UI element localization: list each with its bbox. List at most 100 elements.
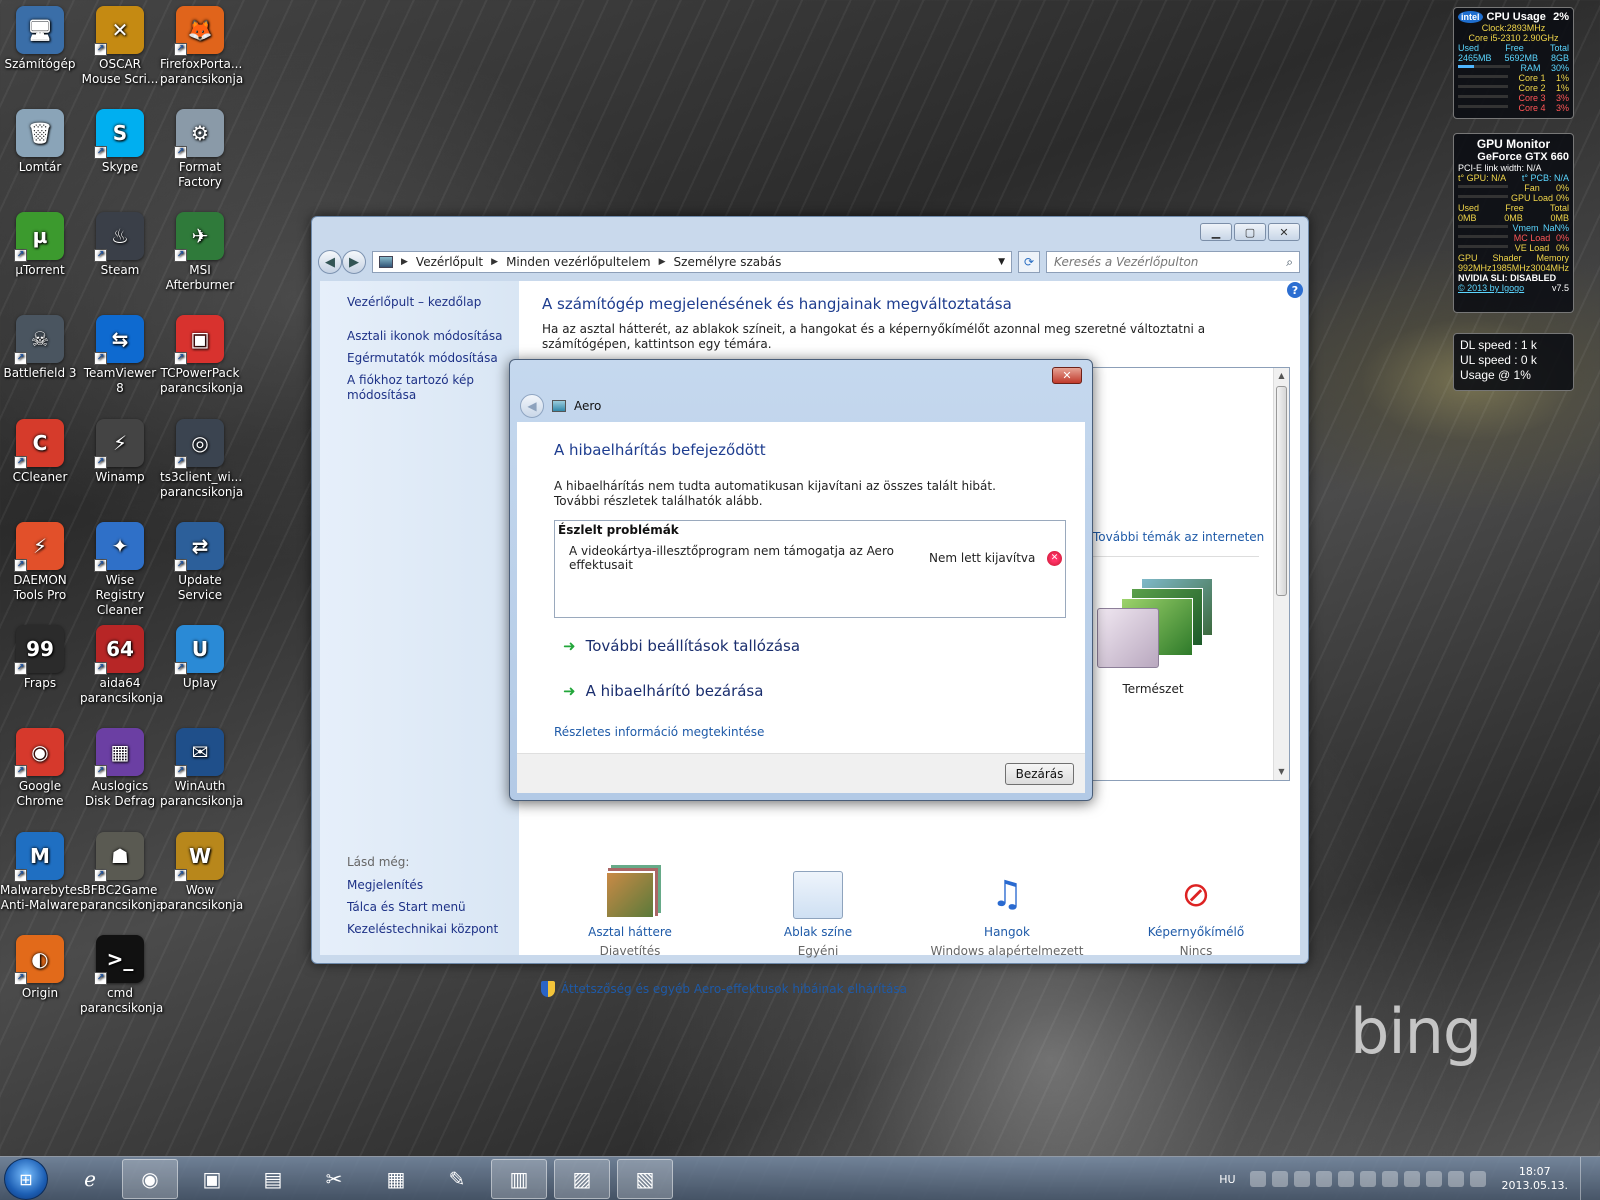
window-color-title[interactable]: Ablak színe [728,925,908,939]
network-icon[interactable] [1447,1171,1464,1187]
view-details-link[interactable]: Részletes információ megtekintése [554,725,1085,739]
refresh-button[interactable]: ⟳ [1018,251,1040,273]
show-desktop-button[interactable] [1580,1157,1590,1200]
help-icon[interactable]: ? [1287,282,1303,298]
tray-app-icon[interactable] [1271,1171,1288,1187]
nature-theme-thumbnail[interactable] [1097,578,1217,670]
maximize-button[interactable]: ▢ [1234,223,1266,241]
scroll-thumb[interactable] [1276,386,1287,596]
close-troubleshooter-text[interactable]: A hibaelhárító bezárása [586,682,764,700]
close-troubleshooter-link[interactable]: ➜ A hibaelhárító bezárása [563,682,1085,700]
volume-icon[interactable] [1469,1171,1486,1187]
desktop-icon[interactable]: ▦ ↗ Auslogics Disk Defrag [80,728,160,809]
desktop-icon[interactable]: >_ ↗ cmd parancsikonja [80,935,163,1016]
problem-row[interactable]: A videokártya-illesztőprogram nem támoga… [558,544,1062,572]
tray-app-icon[interactable] [1337,1171,1354,1187]
scroll-up-arrow[interactable]: ▲ [1274,368,1289,384]
desktop-icon[interactable]: 64 ↗ aida64 parancsikonja [80,625,163,706]
clock[interactable]: 18:07 2013.05.13. [1502,1165,1568,1193]
network-speed-gadget[interactable]: DL speed : 1 k UL speed : 0 k Usage @ 1% [1453,333,1574,391]
close-dialog-button[interactable]: Bezárás [1005,763,1074,785]
desktop-icon[interactable]: ✦ ↗ Wise Registry Cleaner [80,522,160,618]
desktop-icon[interactable]: ⚡ ↗ Winamp [80,419,160,485]
cpu-usage-gadget[interactable]: intel CPU Usage 2% Clock:2893MHz Core i5… [1453,7,1574,119]
desktop-icon[interactable]: 🗑 Lomtár [0,109,80,175]
taskbar-calculator-icon[interactable]: ▦ [368,1159,424,1199]
taskbar-ie-icon[interactable]: ℯ [62,1159,118,1199]
theme-scrollbar[interactable]: ▲ ▼ [1273,368,1289,780]
dialog-back-button[interactable]: ◀ [520,394,544,418]
desktop-icon[interactable]: ⚙ ↗ Format Factory [160,109,240,190]
desktop-icon[interactable]: ✉ ↗ WinAuth parancsikonja [160,728,243,809]
breadcrumb-item-1[interactable]: Minden vezérlőpultelem [506,255,651,269]
desktop-icon[interactable]: ◉ ↗ Google Chrome [0,728,80,809]
explore-options-text[interactable]: További beállítások tallózása [586,637,800,655]
forward-button[interactable]: ▶ [342,250,366,274]
see-also-taskbar-link[interactable]: Tálca és Start menü [347,900,498,915]
desktop-icon[interactable]: ⇆ ↗ TeamViewer 8 [80,315,160,396]
account-picture-link[interactable]: A fiókhoz tartozó kép módosítása [347,373,519,403]
aero-troubleshoot-text[interactable]: Áttetszőség és egyéb Aero-effektusok hib… [561,982,907,996]
breadcrumb-item-0[interactable]: Vezérlőpult [416,255,483,269]
back-button[interactable]: ◀ [318,250,342,274]
taskbar-tcpowerpack-icon[interactable]: ▥ [491,1159,547,1199]
desktop-icon[interactable]: µ ↗ µTorrent [0,212,80,278]
desktop-icon[interactable]: ◎ ↗ ts3client_wi... parancsikonja [160,419,243,500]
desktop-icon[interactable]: ✕ ↗ OSCAR Mouse Scri... [80,6,160,87]
close-button[interactable]: ✕ [1268,223,1300,241]
flag-icon[interactable] [1425,1171,1442,1187]
aero-troubleshoot-link[interactable]: Áttetszőség és egyéb Aero-effektusok hib… [541,981,907,997]
screen-saver-title[interactable]: Képernyőkímélő [1106,925,1286,939]
taskbar-snipping-icon[interactable]: ✂ [306,1159,362,1199]
language-indicator[interactable]: HU [1219,1173,1235,1186]
taskbar-paint-icon[interactable]: ✎ [429,1159,485,1199]
see-also-ease-of-access-link[interactable]: Kezeléstechnikai központ [347,922,498,937]
tray-app-icon[interactable] [1315,1171,1332,1187]
tray-utorrent-icon[interactable] [1381,1171,1398,1187]
desktop-icon[interactable]: ◐ ↗ Origin [0,935,80,1001]
taskbar-troubleshooter-icon[interactable]: ▧ [617,1159,673,1199]
desktop-icon[interactable]: 🦊 ↗ FirefoxPorta... parancsikonja [160,6,243,87]
gpu-monitor-gadget[interactable]: GPU Monitor GeForce GTX 660 PCI-E link w… [1453,133,1574,313]
desktop-icon[interactable]: ☗ ↗ BFBC2Game parancsikonja [80,832,163,913]
desktop-icon[interactable]: ☠ ↗ Battlefield 3 [0,315,80,381]
desktop-icon[interactable]: 99 ↗ Fraps [0,625,80,691]
minimize-button[interactable]: ▁ [1200,223,1232,241]
screen-saver-option[interactable]: ⊘ Képernyőkímélő Nincs [1106,871,1286,958]
window-color-option[interactable]: Ablak színe Egyéni [728,871,908,958]
tray-app-icon[interactable] [1249,1171,1266,1187]
desktop-icon[interactable]: 🖥 Számítógép [0,6,80,72]
address-dropdown-icon[interactable]: ▼ [998,257,1005,267]
sounds-option[interactable]: ♫ Hangok Windows alapértelmezett [917,871,1097,958]
taskbar-chrome-icon[interactable]: ◉ [122,1159,178,1199]
search-input[interactable]: Keresés a Vezérlőpulton ⌕ [1046,251,1300,273]
desktop-icon[interactable]: C ↗ CCleaner [0,419,80,485]
scroll-down-arrow[interactable]: ▼ [1274,764,1289,780]
mouse-pointers-link[interactable]: Egérmutatók módosítása [347,351,519,366]
desktop-icon[interactable]: S ↗ Skype [80,109,160,175]
more-themes-link[interactable]: További témák az interneten [1093,530,1264,544]
taskbar-control-panel-icon[interactable]: ▨ [554,1159,610,1199]
desktop-background-option[interactable]: Asztal háttere Diavetítés [540,871,720,958]
desktop-background-title[interactable]: Asztal háttere [540,925,720,939]
tray-app-icon[interactable] [1293,1171,1310,1187]
desktop-icons-link[interactable]: Asztali ikonok módosítása [347,329,519,344]
desktop-icon[interactable]: ♨ ↗ Steam [80,212,160,278]
sounds-title[interactable]: Hangok [917,925,1097,939]
desktop-icon[interactable]: ▣ ↗ TCPowerPack parancsikonja [160,315,243,396]
tray-app-icon[interactable] [1403,1171,1420,1187]
see-also-display-link[interactable]: Megjelenítés [347,878,498,893]
desktop-icon[interactable]: ⚡ ↗ DAEMON Tools Pro [0,522,80,603]
address-bar[interactable]: ▶ Vezérlőpult ▶ Minden vezérlőpultelem ▶… [372,251,1012,273]
desktop-icon[interactable]: W ↗ Wow parancsikonja [160,832,243,913]
desktop-icon[interactable]: ✈ ↗ MSI Afterburner [160,212,240,293]
desktop-icon[interactable]: U ↗ Uplay [160,625,240,691]
desktop-icon[interactable]: M ↗ Malwarebytes Anti-Malware [0,832,83,913]
dialog-close-button[interactable]: ✕ [1052,367,1082,384]
start-button[interactable]: ⊞ [4,1158,48,1200]
taskbar-media-icon[interactable]: ▣ [184,1159,240,1199]
tray-app-icon[interactable] [1359,1171,1376,1187]
gpu-copyright-link[interactable]: © 2013 by Igogo [1458,283,1524,293]
control-panel-home-link[interactable]: Vezérlőpult – kezdőlap [347,295,519,310]
explore-options-link[interactable]: ➜ További beállítások tallózása [563,637,1085,655]
